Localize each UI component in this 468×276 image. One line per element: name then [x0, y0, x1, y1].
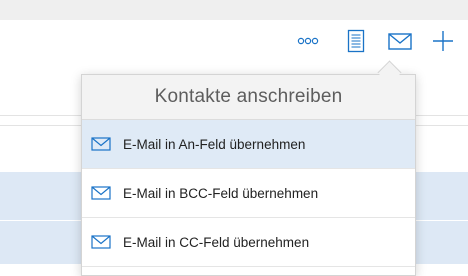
add-icon[interactable] — [430, 28, 456, 54]
top-bar — [0, 0, 468, 20]
mail-icon — [91, 234, 113, 250]
mail-icon — [91, 185, 113, 201]
document-icon[interactable] — [343, 28, 369, 54]
mail-icon — [91, 136, 113, 152]
more-options-icon[interactable] — [295, 28, 321, 54]
menu-item-label: E-Mail in CC-Feld übernehmen — [123, 234, 310, 250]
menu-item-cc-field[interactable]: E-Mail in CC-Feld übernehmen — [82, 218, 415, 267]
menu-item-label: E-Mail in BCC-Feld übernehmen — [123, 185, 319, 201]
menu-item-to-field[interactable]: E-Mail in An-Feld übernehmen — [82, 120, 415, 169]
menu-item-label: E-Mail in An-Feld übernehmen — [123, 136, 306, 152]
menu-item-bcc-field[interactable]: E-Mail in BCC-Feld übernehmen — [82, 169, 415, 218]
compose-contacts-popover: Kontakte anschreiben E-Mail in An-Feld ü… — [81, 74, 416, 276]
popover-title: Kontakte anschreiben — [82, 75, 415, 120]
mail-icon[interactable] — [387, 28, 413, 54]
